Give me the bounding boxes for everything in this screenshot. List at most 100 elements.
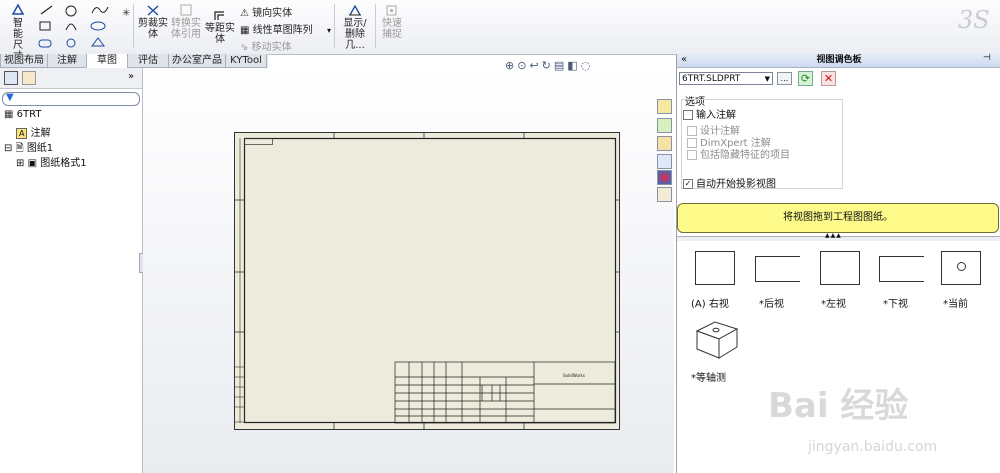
document-select-value: 6TRT.SLDPRT: [682, 74, 741, 84]
svg-text:✳: ✳: [122, 8, 130, 19]
sketch-tools-group: ✳: [38, 4, 130, 50]
document-select[interactable]: 6TRT.SLDPRT ▼: [679, 72, 773, 85]
view-palette-tab-icon[interactable]: [657, 154, 672, 169]
mirror-entities-label: 镜向实体: [252, 8, 293, 19]
filter-input[interactable]: ▼: [2, 92, 140, 106]
zoom-to-fit-icon[interactable]: ⊕: [505, 59, 517, 72]
design-library-icon[interactable]: [657, 118, 672, 133]
trim-entities-button[interactable]: 剪裁实体: [136, 3, 170, 40]
hole-icon: [957, 262, 966, 271]
linear-pattern-label: 线性草图阵列: [252, 25, 313, 36]
zoom-area-icon[interactable]: ⊙: [517, 59, 529, 72]
tree-sheet-format-item[interactable]: ⊞ ▣ 图纸格式1: [16, 154, 87, 169]
hide-show-icon[interactable]: ◌: [581, 59, 594, 72]
expand-panel-icon[interactable]: »: [128, 71, 134, 82]
svg-text:3S: 3S: [958, 6, 990, 34]
linear-pattern-button[interactable]: ▦ 线性草图阵列: [240, 21, 313, 36]
feature-tree-tab-icon[interactable]: [4, 71, 18, 85]
linear-pattern-icon: ▦: [240, 25, 250, 36]
section-view-icon[interactable]: ▤: [554, 59, 567, 72]
sheet-icon: 🗎: [15, 143, 24, 154]
drag-hint-banner: 将视图拖到工程图图纸。: [677, 203, 999, 233]
view-label-current: *当前: [943, 299, 968, 310]
move-entities-button[interactable]: ⇘ 移动实体: [240, 38, 292, 53]
auto-projection-box[interactable]: ✓: [683, 179, 693, 189]
expand-icon[interactable]: ⊞: [16, 158, 24, 169]
hidden-features-checkbox[interactable]: 包括隐藏特征的项目: [687, 146, 790, 161]
browse-button[interactable]: ...: [777, 72, 792, 85]
mirror-entities-button[interactable]: ⚠ 镜向实体: [240, 4, 292, 19]
tab-office-products[interactable]: 办公室产品: [168, 54, 226, 68]
offset-entities-button[interactable]: 等距实体: [204, 8, 236, 45]
rotate-icon[interactable]: ↻: [542, 59, 554, 72]
tab-sketch[interactable]: 草图: [86, 54, 128, 68]
view-thumb-bottom[interactable]: [879, 256, 924, 282]
tree-sheet-format-label: 图纸格式1: [40, 158, 87, 169]
previous-view-icon[interactable]: ↩: [529, 59, 541, 72]
import-annotations-checkbox[interactable]: 输入注解: [683, 106, 736, 121]
drawing-sheet: SolidWorks: [234, 132, 620, 430]
convert-icon: [180, 4, 192, 16]
quick-snaps-button[interactable]: 快速捕捉: [377, 3, 407, 40]
clear-all-icon[interactable]: ✕: [821, 71, 836, 86]
tree-annotations-item[interactable]: A 注解: [16, 124, 51, 139]
auto-projection-label: 自动开始投影视图: [696, 179, 776, 190]
sheet-format-icon: ▣: [27, 158, 38, 169]
tree-root-label: 6TRT: [16, 109, 42, 120]
command-manager-ribbon: 智能尺寸 ✳ 剪裁实体 转换实体引用 等距实体 ⚠ 镜向实体 ▦ 线性草图阵列 …: [0, 0, 1000, 62]
move-icon: ⇘: [240, 42, 249, 53]
refresh-icon[interactable]: ⟳: [798, 71, 813, 86]
title-block-company: SolidWorks: [563, 373, 585, 378]
tab-annotation[interactable]: 注解: [47, 54, 87, 68]
convert-entities-label: 转换实体引用: [171, 18, 201, 40]
filter-icon: ▼: [6, 92, 14, 103]
offset-entities-label: 等距实体: [205, 23, 235, 45]
appearances-icon[interactable]: [657, 170, 672, 185]
import-annotations-label: 输入注解: [696, 110, 736, 121]
tree-sheet-label: 图纸1: [26, 143, 54, 154]
property-manager-tab-icon[interactable]: [22, 71, 36, 85]
home-resources-icon[interactable]: [657, 99, 672, 114]
display-delete-label: 显示/删除几...: [343, 18, 367, 51]
quick-snaps-label: 快速捕捉: [382, 18, 402, 40]
view-label-bottom: *下视: [883, 299, 908, 310]
view-thumb-isometric[interactable]: [693, 317, 741, 361]
splitter-grip-icon[interactable]: ▲▲▲: [825, 232, 842, 239]
view-thumb-left[interactable]: [820, 251, 860, 285]
display-delete-relations-button[interactable]: 显示/删除几...: [337, 3, 373, 51]
pin-icon[interactable]: ⊣: [983, 53, 991, 63]
view-label-right: (A) 右视: [691, 299, 729, 310]
pattern-dropdown-arrow-icon[interactable]: ▾: [327, 26, 331, 35]
snap-icon: [386, 5, 397, 16]
drawing-icon: ▦: [4, 109, 14, 120]
auto-projection-checkbox[interactable]: ✓ 自动开始投影视图: [683, 175, 776, 190]
watermark-url: jingyan.baidu.com: [808, 439, 938, 455]
view-thumb-back[interactable]: [755, 256, 800, 282]
feature-manager-panel: » ▼ ▦ 6TRT A 注解 ⊟ 🗎 图纸1 ⊞ ▣ 图纸格式1: [0, 68, 143, 473]
trim-entities-label: 剪裁实体: [138, 18, 168, 40]
hidden-features-box[interactable]: [687, 150, 697, 160]
heads-up-view-toolbar[interactable]: ⊕⊙↩↻▤◧◌: [505, 59, 593, 72]
trim-icon: [147, 5, 159, 16]
smart-dimension-icon: [11, 3, 25, 15]
tree-annotations-label: 注解: [30, 128, 51, 139]
tab-evaluate[interactable]: 评估: [127, 54, 169, 68]
hidden-features-label: 包括隐藏特征的项目: [700, 150, 790, 161]
palette-header: « 视图调色板 ⊣: [677, 53, 1000, 68]
file-explorer-icon[interactable]: [657, 136, 672, 151]
view-thumb-right[interactable]: [695, 251, 735, 285]
tab-view-layout[interactable]: 视图布局: [0, 54, 48, 68]
drawing-canvas[interactable]: ⊕⊙↩↻▤◧◌ SolidWorks: [143, 59, 674, 473]
convert-entities-button[interactable]: 转换实体引用: [170, 3, 202, 40]
view-thumb-current[interactable]: [941, 251, 981, 285]
sketch-tools-icons: ✳: [38, 5, 130, 48]
collapse-icon[interactable]: ⊟: [4, 143, 12, 154]
custom-properties-icon[interactable]: [657, 187, 672, 202]
tree-root-item[interactable]: ▦ 6TRT: [4, 109, 41, 120]
tab-kytool[interactable]: KYTool: [225, 54, 267, 68]
offset-icon: [214, 11, 224, 20]
import-annotations-box[interactable]: [683, 110, 693, 120]
display-style-icon[interactable]: ◧: [567, 59, 580, 72]
view-label-isometric: *等轴测: [691, 373, 726, 384]
watermark-brand: Bai 经验: [768, 386, 909, 426]
